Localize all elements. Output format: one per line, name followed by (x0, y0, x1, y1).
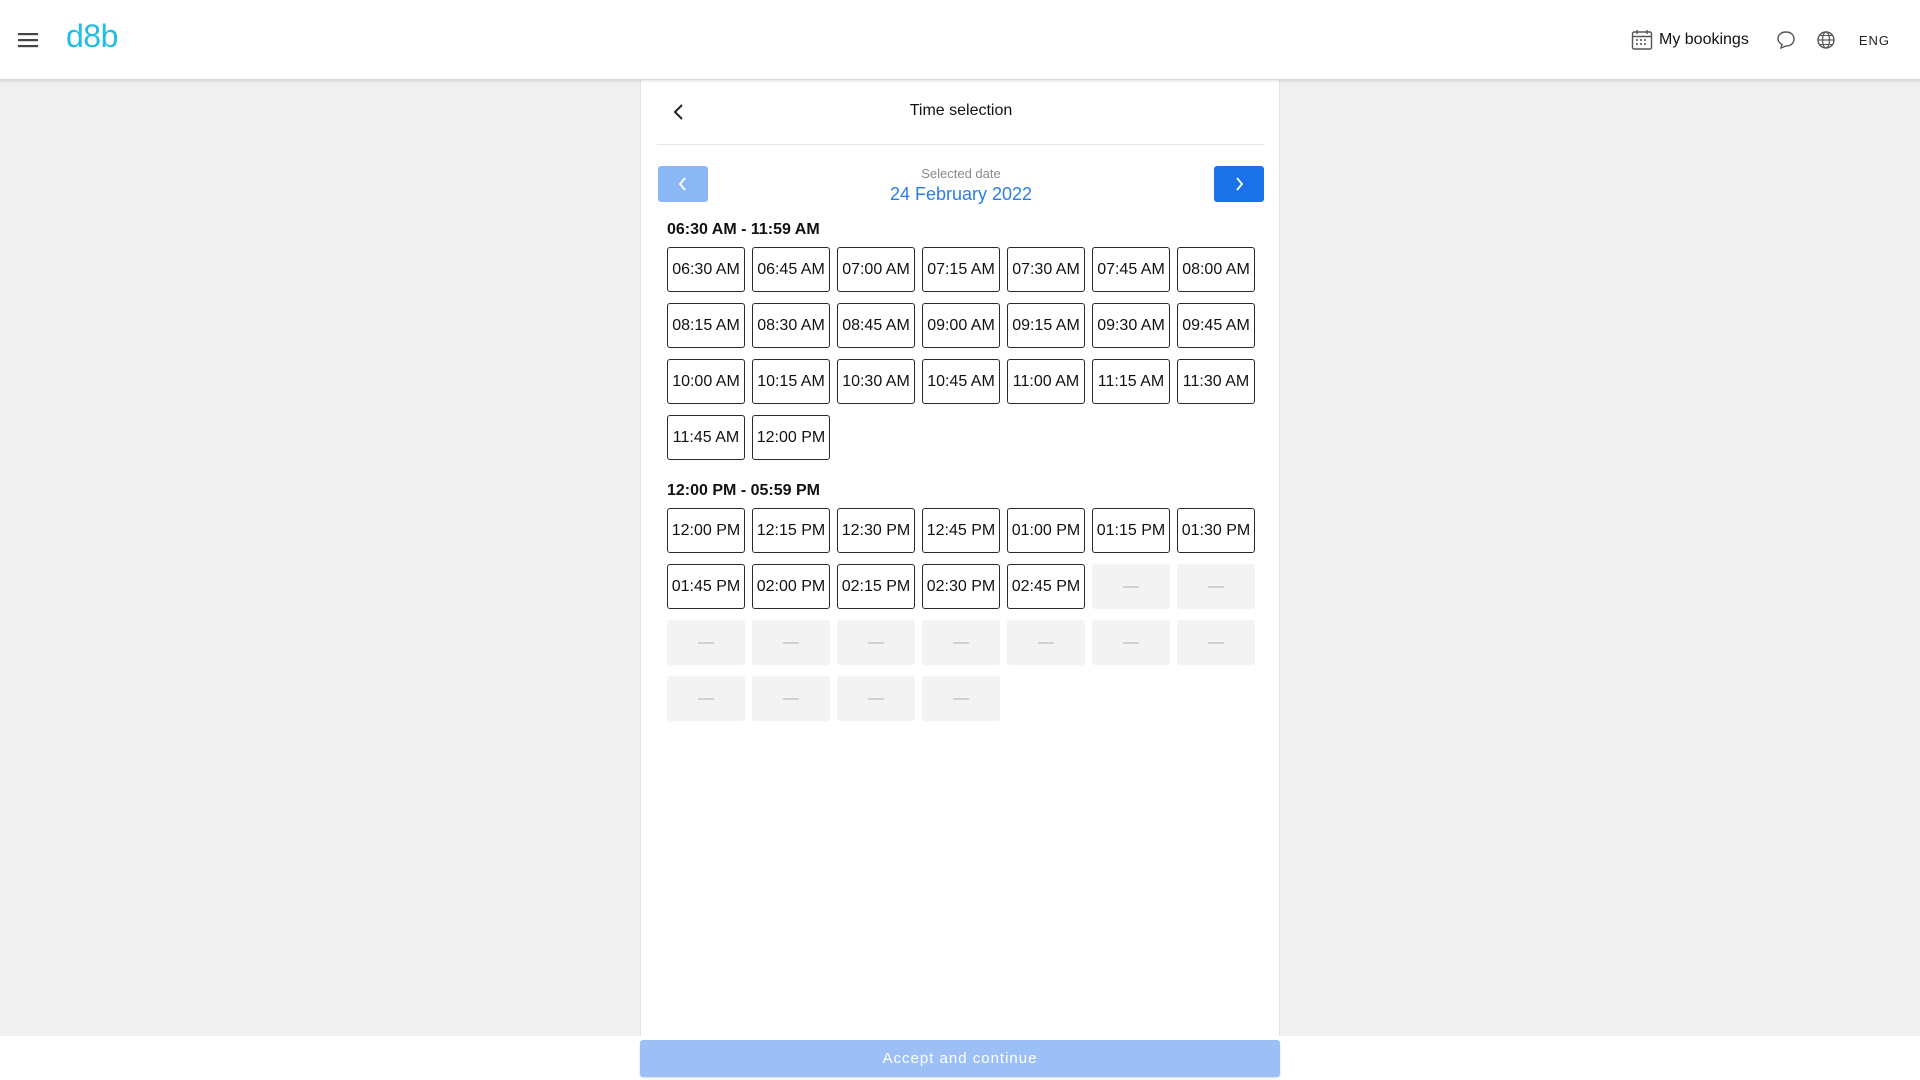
footer-bar: Accept and continue (0, 1036, 1920, 1080)
brand-logo[interactable]: d8b (66, 18, 118, 55)
time-slot-button[interactable]: 08:15 AM (667, 303, 745, 348)
time-slot-button[interactable]: 06:45 AM (752, 247, 830, 292)
chevron-right-icon (1236, 177, 1244, 191)
menu-icon[interactable] (14, 26, 42, 54)
time-slot-button[interactable]: 01:15 PM (1092, 508, 1170, 553)
page-title: Time selection (909, 102, 1013, 119)
unavailable-slot: — (922, 620, 1000, 665)
unavailable-slot: — (752, 676, 830, 721)
time-slot-button[interactable]: 12:45 PM (922, 508, 1000, 553)
time-slot-button[interactable]: 09:30 AM (1092, 303, 1170, 348)
unavailable-slot: — (922, 676, 1000, 721)
unavailable-slot: — (752, 620, 830, 665)
morning-section-label: 06:30 AM - 11:59 AM (667, 221, 820, 238)
time-slot-button[interactable]: 11:45 AM (667, 415, 745, 460)
time-slot-button[interactable]: 07:30 AM (1007, 247, 1085, 292)
top-bar: d8b My bookings ENG (0, 0, 1920, 80)
time-slot-button[interactable]: 11:30 AM (1177, 359, 1255, 404)
unavailable-slot: — (837, 620, 915, 665)
accept-and-continue-button[interactable]: Accept and continue (640, 1040, 1280, 1077)
time-slot-button[interactable]: 09:45 AM (1177, 303, 1255, 348)
time-slot-button[interactable]: 01:45 PM (667, 564, 745, 609)
unavailable-slot: — (1007, 620, 1085, 665)
time-slot-button[interactable]: 06:30 AM (667, 247, 745, 292)
unavailable-slot: — (837, 676, 915, 721)
time-slot-button[interactable]: 02:30 PM (922, 564, 1000, 609)
panel-header: Time selection (657, 80, 1265, 145)
time-slot-button[interactable]: 09:00 AM (922, 303, 1000, 348)
unavailable-slot: — (1092, 620, 1170, 665)
time-slot-button[interactable]: 01:00 PM (1007, 508, 1085, 553)
time-slot-button[interactable]: 10:15 AM (752, 359, 830, 404)
time-slot-button[interactable]: 01:30 PM (1177, 508, 1255, 553)
time-slot-button[interactable]: 10:00 AM (667, 359, 745, 404)
time-slot-button[interactable]: 10:30 AM (837, 359, 915, 404)
selected-date-value: 24 February 2022 (889, 184, 1033, 204)
time-slot-button[interactable]: 07:45 AM (1092, 247, 1170, 292)
date-navigator: Selected date 24 February 2022 (658, 166, 1264, 204)
unavailable-slot: — (667, 676, 745, 721)
time-slot-button[interactable]: 11:15 AM (1092, 359, 1170, 404)
time-slot-button[interactable]: 08:00 AM (1177, 247, 1255, 292)
afternoon-slot-grid: 12:00 PM 12:15 PM 12:30 PM 12:45 PM 01:00 PM… (667, 508, 1257, 721)
time-slot-button[interactable]: 08:30 AM (752, 303, 830, 348)
unavailable-slot: — (1092, 564, 1170, 609)
unavailable-slot: — (667, 620, 745, 665)
time-slot-button[interactable]: 12:15 PM (752, 508, 830, 553)
globe-icon[interactable] (1813, 27, 1839, 53)
time-selection-panel: Time selection Selected date 24 February… (640, 80, 1280, 1036)
time-slot-button[interactable]: 02:00 PM (752, 564, 830, 609)
time-slot-button[interactable]: 09:15 AM (1007, 303, 1085, 348)
language-selector[interactable]: ENG (1859, 33, 1890, 48)
next-date-button[interactable] (1214, 166, 1264, 202)
time-slot-button[interactable]: 12:30 PM (837, 508, 915, 553)
time-slot-button[interactable]: 12:00 PM (667, 508, 745, 553)
header-actions: My bookings ENG (1631, 0, 1890, 80)
calendar-icon (1631, 30, 1653, 50)
chevron-left-icon (678, 177, 686, 191)
morning-slot-grid: 06:30 AM 06:45 AM 07:00 AM 07:15 AM 07:30 AM… (667, 247, 1257, 460)
selected-date-caption: Selected date (921, 166, 1001, 181)
time-slot-button[interactable]: 12:00 PM (752, 415, 830, 460)
unavailable-slot: — (1177, 620, 1255, 665)
time-slot-button[interactable]: 11:00 AM (1007, 359, 1085, 404)
time-slot-button[interactable]: 07:15 AM (922, 247, 1000, 292)
my-bookings-link[interactable]: My bookings (1631, 29, 1749, 51)
unavailable-slot: — (1177, 564, 1255, 609)
time-slot-button[interactable]: 07:00 AM (837, 247, 915, 292)
time-slot-button[interactable]: 08:45 AM (837, 303, 915, 348)
chat-icon[interactable] (1773, 27, 1799, 53)
time-slot-button[interactable]: 02:15 PM (837, 564, 915, 609)
my-bookings-label: My bookings (1659, 31, 1749, 48)
time-slot-button[interactable]: 10:45 AM (922, 359, 1000, 404)
time-slot-button[interactable]: 02:45 PM (1007, 564, 1085, 609)
selected-date: Selected date 24 February 2022 (778, 166, 1144, 205)
previous-date-button[interactable] (658, 166, 708, 202)
afternoon-section-label: 12:00 PM - 05:59 PM (667, 482, 820, 499)
